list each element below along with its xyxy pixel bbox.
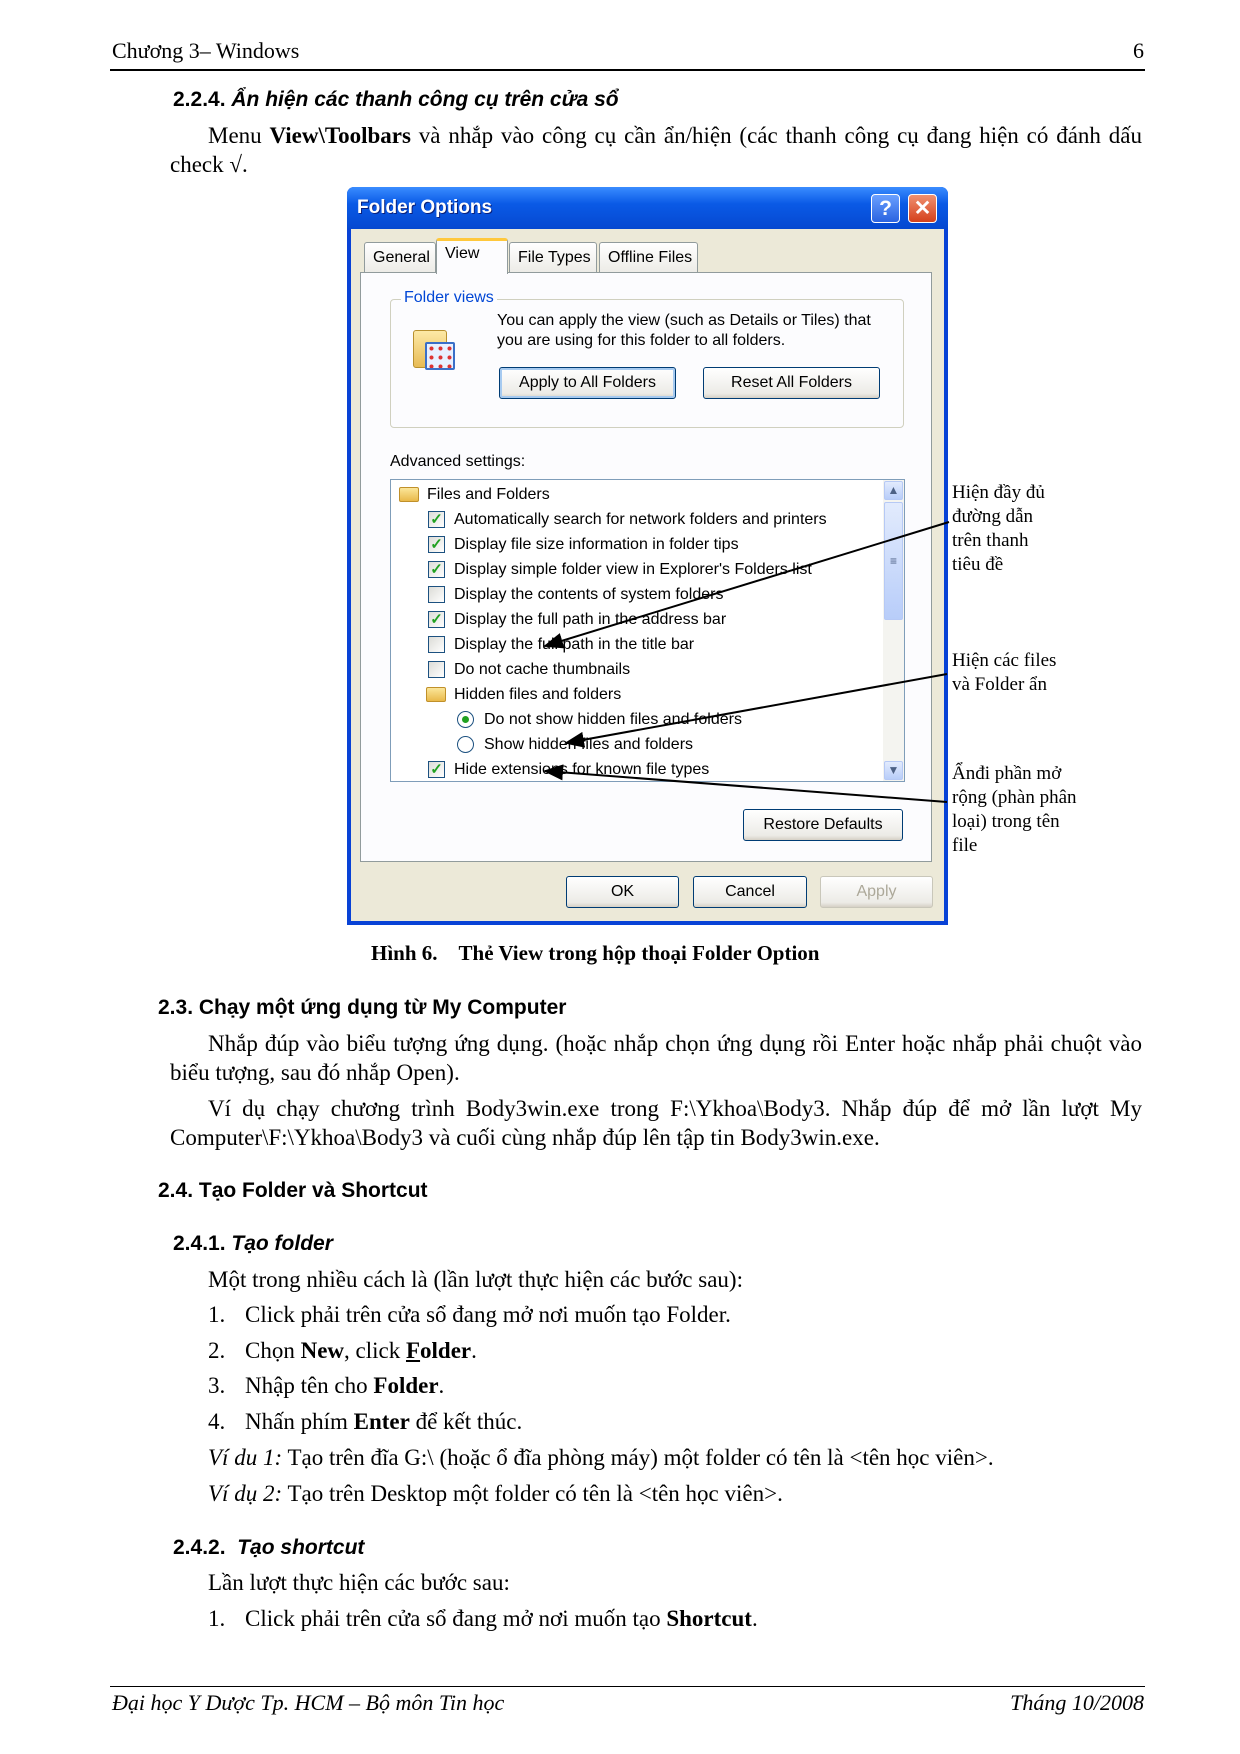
create-folder-intro: Một trong nhiều cách là (lần lượt thực h… <box>208 1267 743 1292</box>
step-3: 3. Nhập tên cho Folder. <box>208 1373 445 1398</box>
arrow-full-path <box>543 521 950 649</box>
footer-institution: Đại học Y Dược Tp. HCM – Bộ môn Tin học <box>112 1690 505 1715</box>
footer-rule <box>110 1686 1145 1687</box>
step-4: 4. Nhấn phím Enter để kết thúc. <box>208 1409 523 1434</box>
example-2: Ví dụ 2: Tạo trên Desktop một folder có … <box>208 1481 783 1506</box>
example-1: Ví du 1: Tạo trên đĩa G:\ (hoặc ổ đĩa ph… <box>208 1445 994 1470</box>
section-heading-2-4: 2.4. Tạo Folder và Shortcut <box>158 1179 428 1202</box>
step-2: 2. Chọn New, click Folder. <box>208 1338 477 1363</box>
section-heading-2-3: 2.3. Chạy một ứng dụng từ My Computer <box>158 996 567 1019</box>
section-heading-2-4-2: 2.4.2. Tạo shortcut <box>173 1536 365 1559</box>
step-1: 1. Click phải trên cửa sổ đang mở nơi muố… <box>208 1302 731 1327</box>
section-heading-2-4-1: 2.4.1. Tạo folder <box>173 1232 333 1255</box>
arrow-hidden-files <box>564 673 948 748</box>
shortcut-step-1: 1. Click phải trên cửa sổ đang mở nơi muố… <box>208 1606 758 1631</box>
figure-caption: Hình 6. Thẻ View trong hộp thoại Folder … <box>371 941 820 965</box>
create-shortcut-intro: Lần lượt thực hiện các bước sau: <box>208 1570 510 1595</box>
tab-view[interactable]: View <box>436 238 508 274</box>
arrow-hide-extensions <box>543 764 948 803</box>
paragraph-run-example: Ví dụ chạy chương trình Body3win.exe tro… <box>170 1096 1142 1150</box>
footer-date: Tháng 10/2008 <box>1010 1690 1144 1715</box>
paragraph-run-app: Nhắp đúp vào biểu tượng ứng dụng. (hoặc … <box>170 1031 1142 1085</box>
